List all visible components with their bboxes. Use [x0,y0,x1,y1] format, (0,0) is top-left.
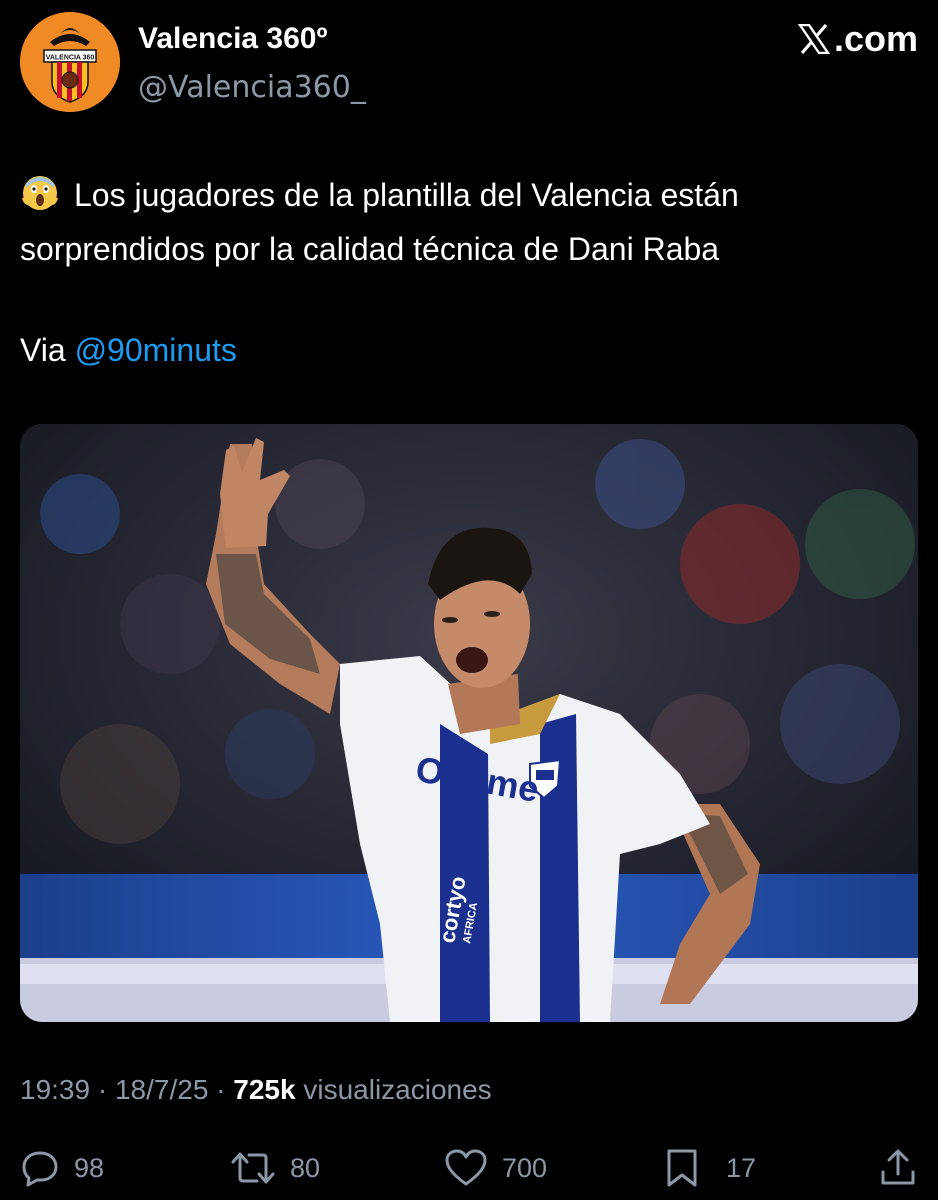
author-name[interactable]: Valencia 360º [138,22,327,56]
via-prefix: Via [20,332,75,368]
tweet-via: Via @90minuts [20,326,237,374]
mention-link[interactable]: @90minuts [75,332,237,368]
player-photo: Ontime cortyo AFRICA [20,424,918,1022]
reply-button[interactable]: 98 [20,1146,104,1190]
tweet-header: VALENCIA 360 Valencia 360º @Valencia360_… [20,12,918,112]
share-icon [881,1149,915,1185]
site-domain: .com [833,18,918,59]
bookmark-button[interactable]: 17 [664,1146,756,1190]
repost-count: 80 [290,1152,321,1183]
reply-icon [22,1151,58,1187]
tweet-actions: 98 80 700 17 [20,1146,918,1190]
like-count: 700 [502,1152,548,1183]
repost-icon [231,1152,275,1184]
views-label: visualizaciones [303,1074,492,1105]
bookmark-icon [667,1149,697,1187]
screaming-face-icon [22,176,58,210]
svg-text:VALENCIA 360: VALENCIA 360 [46,55,95,62]
reply-count: 98 [74,1152,105,1183]
meta-separator: · [97,1074,108,1105]
tweet-line-1: Los jugadores de la plantilla del Valenc… [20,168,918,222]
tweet-date[interactable]: 18/7/25 [115,1074,208,1105]
author-handle[interactable]: @Valencia360_ [138,70,366,105]
like-button[interactable]: 700 [444,1146,547,1190]
repost-button[interactable]: 80 [230,1146,320,1190]
tweet-line-1-text: Los jugadores de la plantilla del Valenc… [74,177,739,213]
tweet-line-2: sorprendidos por la calidad técnica de D… [20,231,720,267]
tweet-meta: 19:39 · 18/7/25 · 725k visualizaciones [20,1074,492,1106]
heart-icon [445,1149,487,1186]
tweet-media[interactable]: Ontime cortyo AFRICA [20,424,918,1022]
tweet-text: Los jugadores de la plantilla del Valenc… [20,168,918,276]
valencia-360-badge-icon: VALENCIA 360 [20,12,120,112]
views-count: 725k [233,1074,296,1105]
tweet-time[interactable]: 19:39 [20,1074,90,1105]
avatar[interactable]: VALENCIA 360 [20,12,120,112]
bookmark-count: 17 [726,1152,757,1183]
share-button[interactable] [878,1146,918,1190]
x-logo-icon [797,24,830,54]
meta-separator-2: · [216,1074,226,1105]
site-label: .com [797,18,918,60]
